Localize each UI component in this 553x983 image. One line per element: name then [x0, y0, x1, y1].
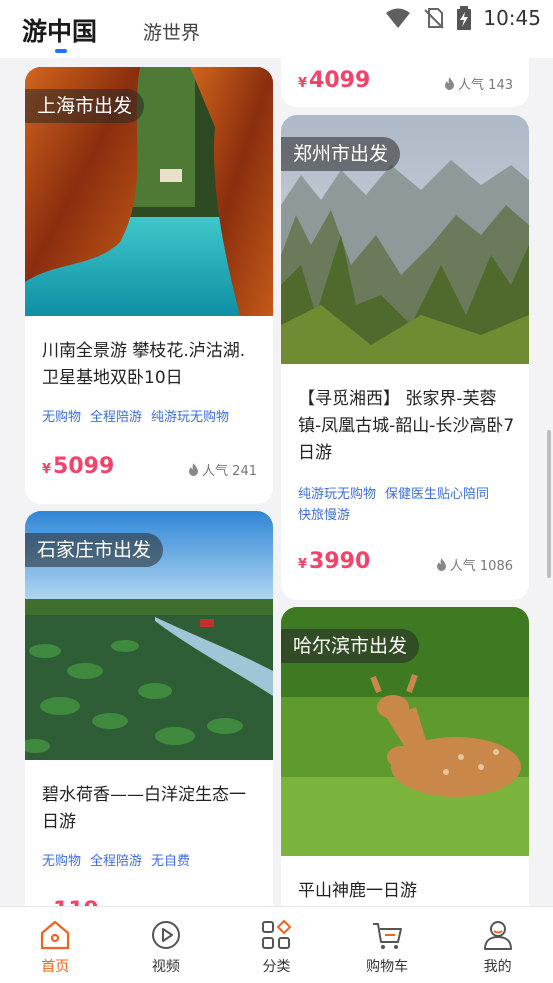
bottom-nav: 首页 视频 分类 购物车 我的 — [0, 906, 553, 983]
nav-profile[interactable]: 我的 — [442, 907, 553, 983]
product-title: 碧水荷香——白洋淀生态一日游 — [42, 785, 246, 832]
flame-icon — [436, 558, 446, 571]
tag: 快旅慢游 — [298, 508, 351, 523]
no-sim-icon — [424, 8, 445, 29]
cart-icon — [373, 923, 403, 949]
tag-list: 无购物 全程陪游 无自费 — [42, 851, 263, 872]
scrollbar[interactable] — [547, 430, 551, 578]
home-icon — [41, 920, 70, 950]
product-card[interactable]: ¥4099 人气 143 — [281, 58, 529, 107]
active-tab-indicator — [55, 49, 67, 53]
header: 游中国 游世界 10:45 — [0, 0, 553, 58]
product-feed[interactable]: ¥4099 人气 143 上海市出发 川南全景游 攀枝花.泸沽湖.卫星基地双卧1… — [0, 58, 553, 906]
flame-icon — [189, 463, 199, 476]
tag: 无购物 — [42, 410, 82, 425]
nav-label: 分类 — [262, 959, 291, 975]
product-card[interactable]: 郑州市出发 【寻觅湘西】 张家界-芙蓉镇-凤凰古城-韶山-长沙高卧7日游 纯游玩… — [281, 115, 529, 600]
nav-cart[interactable]: 购物车 — [332, 907, 443, 983]
tag: 全程陪游 — [90, 854, 143, 869]
category-icon — [262, 919, 292, 949]
tag: 纯游玩无购物 — [298, 487, 377, 502]
product-card[interactable]: 石家庄市出发 碧水荷香——白洋淀生态一日游 无购物全程陪游无自费 ¥119 — [25, 511, 273, 906]
battery-charging-icon — [457, 6, 472, 30]
origin-badge: 石家庄市出发 — [25, 533, 164, 567]
product-card[interactable]: 哈尔滨市出发 平山神鹿一日游 — [281, 607, 529, 906]
origin-badge: 郑州市出发 — [281, 137, 401, 171]
nav-home[interactable]: 首页 — [0, 907, 111, 983]
tag: 无购物 — [42, 854, 82, 869]
tag: 无自费 — [151, 854, 191, 869]
product-card[interactable]: 上海市出发 川南全景游 攀枝花.泸沽湖.卫星基地双卧10日 无购物 全程陪游 纯游玩… — [25, 67, 273, 504]
popularity: 人气 1086 — [436, 555, 513, 574]
status-bar: 10:45 — [385, 6, 541, 30]
tab-domestic[interactable]: 游中国 — [22, 12, 97, 48]
popularity: 人气 143 — [444, 74, 513, 93]
price: ¥4099 — [298, 68, 371, 93]
nav-video[interactable]: 视频 — [111, 907, 222, 983]
tag: 纯游玩无购物 — [151, 410, 230, 425]
price: ¥3990 — [298, 549, 371, 574]
profile-icon — [483, 921, 512, 950]
nav-label: 我的 — [483, 959, 512, 975]
product-title: 平山神鹿一日游 — [298, 881, 417, 901]
tag-list: 纯游玩无购物 保健医生贴心陪同快旅慢游 — [298, 484, 519, 526]
popularity: 人气 241 — [188, 460, 257, 479]
tag-list: 无购物 全程陪游 纯游玩无购物 — [42, 407, 263, 428]
product-title: 川南全景游 攀枝花.泸沽湖.卫星基地双卧10日 — [42, 341, 246, 388]
tab-international[interactable]: 游世界 — [143, 18, 200, 45]
nav-label: 视频 — [151, 959, 180, 975]
wifi-icon — [386, 8, 411, 28]
clock: 10:45 — [483, 6, 541, 30]
nav-category[interactable]: 分类 — [221, 907, 332, 983]
price: ¥119 — [42, 898, 99, 906]
tag: 保健医生贴心陪同 — [385, 487, 490, 502]
price: ¥5099 — [42, 454, 115, 479]
nav-label: 首页 — [41, 959, 70, 975]
flame-icon — [445, 77, 455, 90]
nav-label: 购物车 — [366, 959, 409, 975]
product-title: 【寻觅湘西】 张家界-芙蓉镇-凤凰古城-韶山-长沙高卧7日游 — [298, 389, 515, 463]
tag: 全程陪游 — [90, 410, 143, 425]
video-play-icon — [151, 921, 180, 949]
origin-badge: 哈尔滨市出发 — [281, 629, 420, 663]
origin-badge: 上海市出发 — [25, 89, 145, 123]
